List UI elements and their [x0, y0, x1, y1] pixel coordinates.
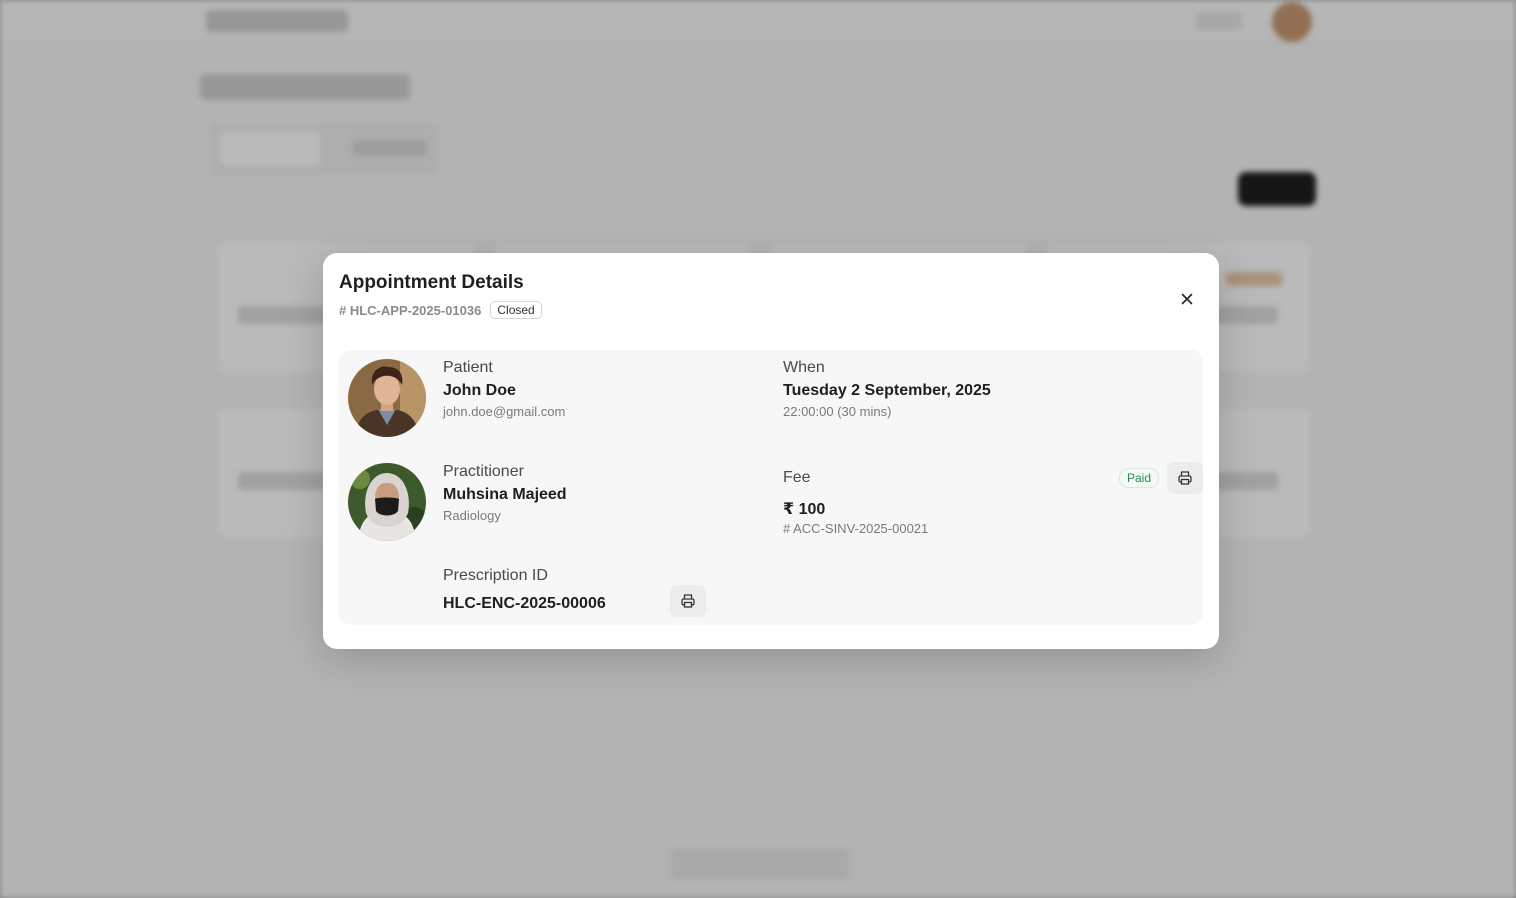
appointment-id: # HLC-APP-2025-01036 [339, 302, 482, 318]
appointment-date: Tuesday 2 September, 2025 [783, 382, 991, 399]
patient-avatar [348, 359, 426, 437]
practitioner-label: Practitioner [443, 463, 524, 480]
appointment-details-panel: Patient John Doe john.doe@gmail.com When… [339, 350, 1203, 625]
status-badge: Closed [490, 301, 542, 319]
fee-label: Fee [783, 469, 811, 486]
appointment-details-dialog: Appointment Details # HLC-APP-2025-01036… [323, 253, 1219, 649]
prescription-id: HLC-ENC-2025-00006 [443, 595, 606, 612]
practitioner-avatar [348, 463, 426, 541]
prescription-label: Prescription ID [443, 567, 548, 584]
practitioner-department: Radiology [443, 508, 501, 523]
appointment-time: 22:00:00 (30 mins) [783, 404, 892, 419]
patient-label: Patient [443, 359, 493, 376]
fee-amount: ₹ 100 [783, 501, 826, 518]
close-button[interactable] [1175, 287, 1199, 311]
printer-icon [681, 594, 695, 608]
invoice-id: # ACC-SINV-2025-00021 [783, 521, 929, 536]
practitioner-name: Muhsina Majeed [443, 486, 567, 503]
close-icon [1181, 293, 1193, 305]
printer-icon [1178, 471, 1192, 485]
patient-email: john.doe@gmail.com [443, 404, 566, 419]
dialog-title: Appointment Details [339, 272, 524, 293]
print-invoice-button[interactable] [1167, 462, 1203, 494]
patient-name: John Doe [443, 382, 516, 399]
payment-status-badge: Paid [1119, 468, 1160, 488]
print-prescription-button[interactable] [670, 585, 706, 617]
when-label: When [783, 359, 825, 376]
appointment-reference-row: # HLC-APP-2025-01036 Closed [339, 301, 542, 319]
